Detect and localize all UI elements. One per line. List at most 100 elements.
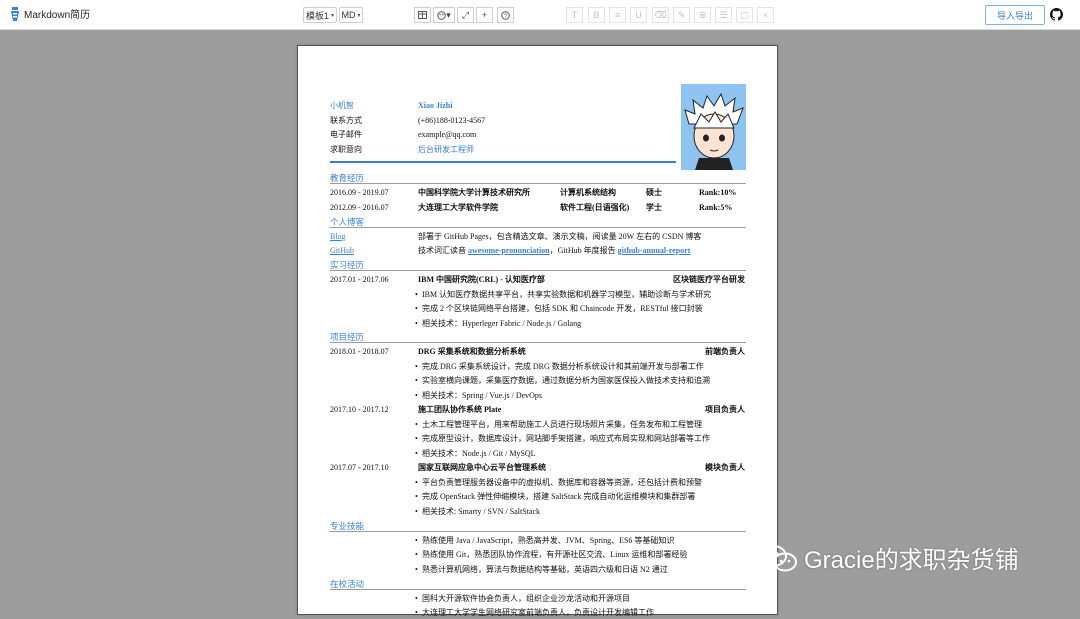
eraser-button[interactable]: ⌫ bbox=[652, 7, 669, 23]
contact-value: (+86)188-0123-4567 bbox=[418, 116, 486, 125]
edu-date: 2012.09 - 2016.07 bbox=[330, 203, 389, 212]
edu-major: 软件工程(日语强化) bbox=[560, 203, 630, 212]
pen-icon: ✎ bbox=[677, 9, 686, 20]
list-item: 完成 2 个区块链网络平台搭建，包括 SDK 和 Chaincode 开发，RE… bbox=[415, 303, 703, 315]
internship-title: 实习经历 bbox=[330, 259, 746, 271]
list-icon: ≣ bbox=[698, 9, 707, 20]
intent-label: 求职意向 bbox=[330, 145, 362, 154]
internship-org: IBM 中国研究院(CRL) - 认知医疗部 bbox=[418, 275, 545, 284]
plus-icon: + bbox=[481, 10, 488, 20]
awesome-pronunciation-link[interactable]: awesome-pronunciation bbox=[468, 246, 550, 255]
help-icon: ? bbox=[501, 10, 510, 20]
list-item: 熟练使用 Git，熟悉团队协作流程，有开源社区交流、Linux 运维和部署经验 bbox=[415, 549, 687, 561]
avatar-illustration bbox=[684, 92, 744, 170]
md-select[interactable]: MD ▾ bbox=[339, 7, 363, 23]
table-icon bbox=[418, 11, 427, 19]
list-item: 土木工程管理平台，用来帮助施工人员进行现场照片采集，任务发布和工程管理 bbox=[415, 419, 702, 431]
add-button[interactable]: + bbox=[476, 7, 493, 23]
align-button[interactable]: ≡ bbox=[609, 7, 626, 23]
internship-date: 2017.01 - 2017.06 bbox=[330, 275, 389, 284]
education-title: 教育经历 bbox=[330, 172, 746, 184]
edu-rank: Rank:10% bbox=[699, 188, 737, 197]
import-export-button[interactable]: 导入导出 bbox=[985, 5, 1045, 25]
github-icon[interactable] bbox=[1050, 8, 1063, 21]
project-date: 2017.07 - 2017.10 bbox=[330, 463, 389, 472]
pen-button[interactable]: ✎ bbox=[673, 7, 690, 23]
help-button[interactable]: ? bbox=[497, 7, 514, 23]
app-brand[interactable]: Markdown简历 bbox=[10, 6, 90, 21]
list-item: 国科大开源软件协会负责人，组织企业沙龙活动和开源项目 bbox=[415, 593, 630, 605]
align-icon: ≡ bbox=[614, 10, 621, 20]
list-button[interactable]: ≣ bbox=[694, 7, 711, 23]
close-icon: × bbox=[762, 10, 769, 20]
list-item: 相关技术：Node.js / Git / MySQL bbox=[415, 448, 536, 460]
edu-degree: 学士 bbox=[646, 203, 662, 212]
text-icon: T bbox=[571, 10, 578, 20]
image-icon: ▢ bbox=[740, 9, 749, 20]
email-label: 电子邮件 bbox=[330, 130, 362, 139]
expand-button[interactable]: ⤢ bbox=[457, 7, 474, 23]
edu-major: 计算机系统结构 bbox=[560, 188, 616, 197]
edu-school: 大连理工大学软件学院 bbox=[418, 203, 498, 212]
wechat-icon bbox=[759, 544, 797, 571]
contact-label: 联系方式 bbox=[330, 116, 362, 125]
list-item: 大连理工大学学生网络研究室前端负责人，负责设计开发编辑工作 bbox=[415, 607, 654, 619]
palette-button[interactable]: ▾ bbox=[433, 7, 455, 23]
edu-rank: Rank:5% bbox=[699, 203, 733, 212]
avatar bbox=[681, 84, 746, 170]
list-item: 相关技术: Smarty / SVN / SaltStack bbox=[415, 506, 540, 518]
blog-description: 部署于 GitHub Pages，包含精选文章、演示文稿，阅读量 20W 左右的… bbox=[418, 232, 702, 241]
top-toolbar: Markdown简历 模板1 ▾ MD ▾ ▾ ⤢ + ? T B ≡ U ⌫ ✎ … bbox=[0, 0, 1080, 30]
project-role: 项目负责人 bbox=[705, 405, 745, 414]
app-title: Markdown简历 bbox=[24, 10, 91, 21]
palette-icon bbox=[437, 10, 447, 20]
project-role: 前端负责人 bbox=[705, 347, 745, 356]
list-item: 熟练使用 Java / JavaScript，熟悉高并发、JVM、Spring、… bbox=[415, 535, 674, 547]
watermark-text: Gracie的求职杂货铺 bbox=[804, 547, 1019, 574]
text-format-button[interactable]: T bbox=[566, 7, 583, 23]
eraser-icon: ⌫ bbox=[654, 9, 667, 20]
project-name: 国家互联网应急中心云平台管理系统 bbox=[418, 463, 546, 472]
watermark: Gracie的求职杂货铺 bbox=[758, 540, 1019, 575]
skills-title: 专业技能 bbox=[330, 520, 746, 532]
list-item: 实验室横向课题，采集医疗数据，通过数据分析为国家医保投入做技术支持和追溯 bbox=[415, 375, 710, 387]
github-annual-report-link[interactable]: github-annual-report bbox=[618, 246, 691, 255]
projects-title: 项目经历 bbox=[330, 331, 746, 343]
table-icon-button[interactable] bbox=[414, 7, 431, 23]
template-select[interactable]: 模板1 ▾ bbox=[303, 7, 337, 23]
list-dropdown-icon: ☰ bbox=[719, 9, 728, 20]
list-item: IBM 认知医疗数据共享平台，共享实验数据和机器学习模型，辅助诊断与学术研究 bbox=[415, 289, 711, 301]
clear-button[interactable]: × bbox=[757, 7, 774, 23]
project-name: 施工团队协作系统 Plate bbox=[418, 405, 502, 414]
list-item: 相关技术：Spring / Vue.js / DevOps bbox=[415, 390, 542, 402]
list-item: 完成 DRG 采集系统设计，完成 DRG 数据分析系统设计和其前端开发与部署工作 bbox=[415, 361, 704, 373]
list-item: 相关技术：Hyperleger Fabric / Node.js / Golan… bbox=[415, 318, 581, 330]
list-dropdown-button[interactable]: ☰ bbox=[715, 7, 732, 23]
resume-paper[interactable]: 小机智 Xiao Jizhi 联系方式 (+86)188-0123-4567 电… bbox=[297, 45, 778, 619]
caret-down-icon: ▾ bbox=[331, 12, 335, 19]
expand-icon: ⤢ bbox=[461, 9, 470, 20]
campus-title: 在校活动 bbox=[330, 578, 746, 590]
internship-role: 区块链医疗平台研发 bbox=[673, 275, 745, 284]
name-value: Xiao Jizhi bbox=[418, 101, 453, 110]
logo-icon bbox=[11, 6, 19, 21]
blog-link[interactable]: Blog bbox=[330, 231, 346, 243]
image-button[interactable]: ▢ bbox=[736, 7, 753, 23]
edu-school: 中国科学院大学计算技术研究所 bbox=[418, 188, 530, 197]
bold-icon: B bbox=[593, 10, 600, 20]
intent-value: 后台研发工程师 bbox=[418, 145, 474, 154]
list-item: 完成 OpenStack 弹性伸缩模块，搭建 SaltStack 完成自动化运维… bbox=[415, 491, 695, 503]
email-value: example@qq.com bbox=[418, 130, 477, 139]
bold-button[interactable]: B bbox=[588, 7, 605, 23]
header-divider bbox=[330, 161, 676, 163]
name-label: 小机智 bbox=[330, 101, 354, 110]
github-link[interactable]: GitHub bbox=[330, 245, 354, 257]
underline-icon: U bbox=[635, 10, 642, 20]
project-date: 2018.01 - 2018.07 bbox=[330, 347, 389, 356]
project-role: 模块负责人 bbox=[705, 463, 745, 472]
caret-down-icon: ▾ bbox=[357, 12, 361, 19]
underline-button[interactable]: U bbox=[630, 7, 647, 23]
project-date: 2017.10 - 2017.12 bbox=[330, 405, 389, 414]
project-name: DRG 采集系统和数据分析系统 bbox=[418, 347, 526, 356]
edu-degree: 硕士 bbox=[646, 188, 662, 197]
